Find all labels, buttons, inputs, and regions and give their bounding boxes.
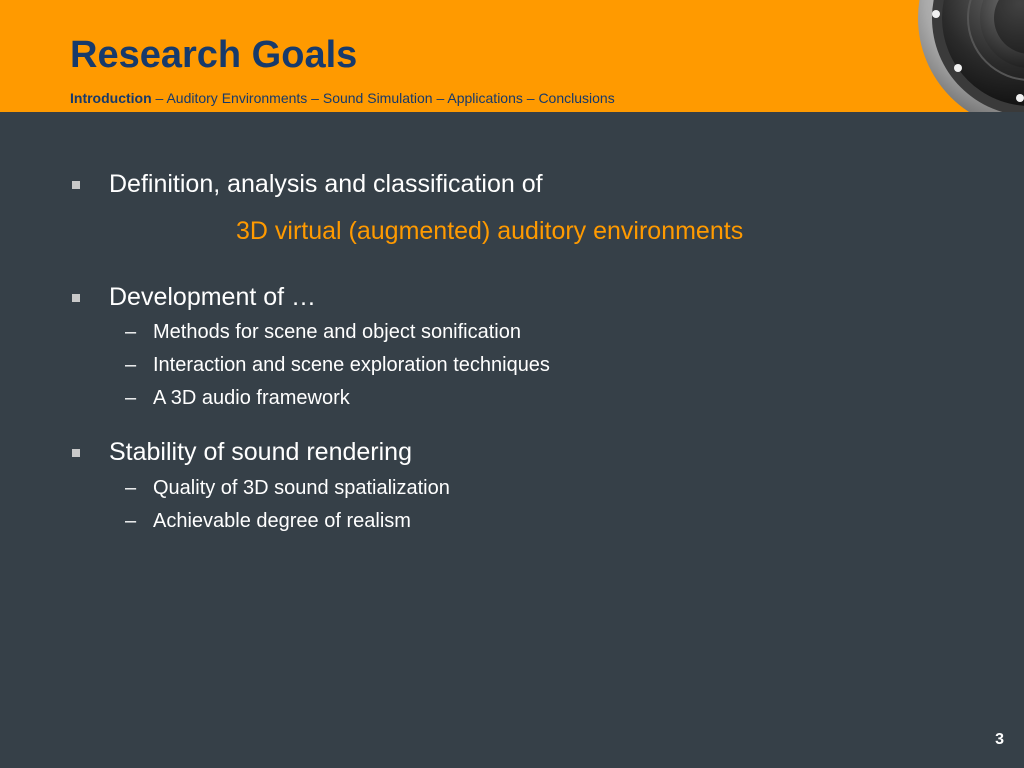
header-bar: Research Goals Introduction – Auditory E… <box>0 0 1024 112</box>
breadcrumb-rest: – Auditory Environments – Sound Simulati… <box>151 90 615 106</box>
sub-item-text: Quality of 3D sound spatialization <box>153 477 450 499</box>
sub-item-text: Methods for scene and object sonificatio… <box>153 321 521 343</box>
dash-marker: – <box>125 387 137 409</box>
page-number: 3 <box>995 731 1004 748</box>
highlight-text: 3D virtual (augmented) auditory environm… <box>236 217 744 245</box>
square-bullet-icon <box>72 449 80 457</box>
slide: Research Goals Introduction – Auditory E… <box>0 0 1024 768</box>
square-bullet-icon <box>72 181 80 189</box>
square-bullet-icon <box>72 294 80 302</box>
bullet-text: Development of … <box>109 283 317 311</box>
sub-item-text: Achievable degree of realism <box>153 510 411 532</box>
slide-title: Research Goals <box>70 34 358 76</box>
breadcrumb: Introduction – Auditory Environments – S… <box>70 91 615 105</box>
dash-marker: – <box>125 510 137 532</box>
dash-marker: – <box>125 354 137 376</box>
dash-marker: – <box>125 321 137 343</box>
sub-item-text: Interaction and scene exploration techni… <box>153 354 550 376</box>
breadcrumb-active: Introduction <box>70 90 152 106</box>
bullet-text: Definition, analysis and classification … <box>109 170 543 198</box>
bullet-text: Stability of sound rendering <box>109 438 412 466</box>
sub-item-text: A 3D audio framework <box>153 387 350 409</box>
dash-marker: – <box>125 477 137 499</box>
